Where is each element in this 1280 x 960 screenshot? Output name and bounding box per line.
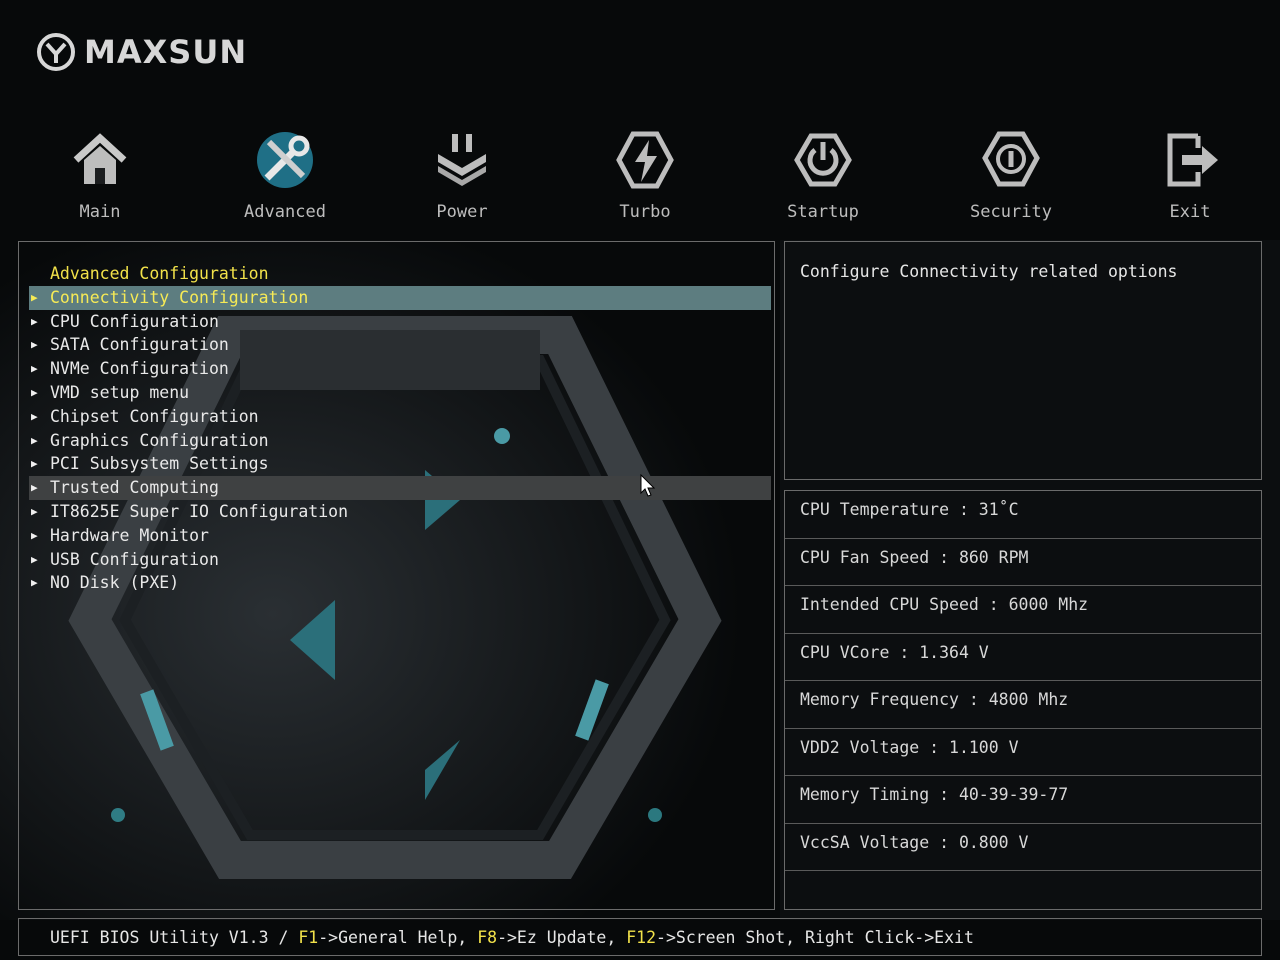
power-button-icon	[794, 133, 852, 187]
tab-advanced-label: Advanced	[244, 202, 326, 222]
stat-memory-frequency: Memory Frequency : 4800 Mhz	[785, 681, 1261, 729]
submenu-arrow-icon: ▶	[31, 338, 38, 352]
menu-item-vmd[interactable]: ▶ VMD setup menu	[29, 381, 771, 405]
menu-item-label: IT8625E Super IO Configuration	[50, 501, 349, 521]
menu-item-no-disk-pxe[interactable]: ▶ NO Disk (PXE)	[29, 571, 771, 595]
stat-memory-timing: Memory Timing : 40-39-39-77	[785, 776, 1261, 824]
shield-icon	[982, 131, 1040, 187]
stat-text: CPU Fan Speed : 860 RPM	[800, 547, 1029, 567]
stat-cpu-temperature: CPU Temperature : 31˚C	[785, 491, 1261, 539]
tab-main[interactable]: Main	[30, 128, 170, 228]
f1-description: ->General Help,	[318, 928, 478, 947]
menu-item-nvme[interactable]: ▶ NVMe Configuration	[29, 357, 771, 381]
tab-power-label: Power	[436, 202, 488, 222]
maxsun-logo-icon	[37, 33, 75, 71]
stat-text: Memory Frequency : 4800 Mhz	[800, 690, 1069, 709]
menu-list: Advanced Configuration ▶ Connectivity Con…	[29, 262, 771, 595]
tab-bar: Main Advanced Power Turbo Startup Securi…	[0, 128, 1280, 228]
menu-item-sata[interactable]: ▶ SATA Configuration	[29, 333, 771, 357]
stat-text: Intended CPU Speed : 6000 Mhz	[800, 595, 1089, 614]
f1-key: F1	[298, 928, 319, 947]
menu-item-label: Connectivity Configuration	[50, 287, 309, 307]
menu-item-label: PCI Subsystem Settings	[50, 454, 269, 474]
menu-item-label: NO Disk (PXE)	[50, 573, 180, 593]
menu-heading: Advanced Configuration	[50, 264, 269, 283]
stat-text: VccSA Voltage : 0.800 V	[800, 832, 1029, 852]
menu-item-label: Hardware Monitor	[50, 525, 209, 545]
menu-item-label: SATA Configuration	[50, 335, 229, 355]
submenu-arrow-icon: ▶	[31, 457, 38, 471]
menu-item-usb[interactable]: ▶ USB Configuration	[29, 548, 771, 572]
submenu-arrow-icon: ▶	[31, 314, 38, 328]
submenu-arrow-icon: ▶	[31, 576, 38, 590]
menu-item-label: NVMe Configuration	[50, 359, 229, 379]
brand-logo: MAXSUN	[36, 30, 247, 74]
tab-security[interactable]: Security	[941, 128, 1081, 228]
f8-description: ->Ez Update,	[497, 928, 627, 947]
f8-key: F8	[477, 928, 498, 947]
stat-text: Memory Timing : 40-39-39-77	[800, 785, 1069, 804]
hardware-status-panel: CPU Temperature : 31˚C CPU Fan Speed : 8…	[784, 490, 1262, 910]
menu-item-graphics[interactable]: ▶ Graphics Configuration	[29, 429, 771, 453]
stat-intended-cpu-speed: Intended CPU Speed : 6000 Mhz	[785, 586, 1261, 634]
help-text: Configure Connectivity related options	[800, 262, 1178, 281]
tab-main-label: Main	[79, 202, 121, 222]
submenu-arrow-icon: ▶	[31, 433, 38, 447]
menu-item-label: CPU Configuration	[50, 311, 219, 331]
f12-key: F12	[626, 928, 657, 947]
menu-item-label: Trusted Computing	[50, 478, 219, 498]
menu-item-connectivity[interactable]: ▶ Connectivity Configuration	[29, 285, 771, 310]
tab-security-label: Security	[970, 202, 1052, 222]
menu-item-cpu[interactable]: ▶ CPU Configuration	[29, 310, 771, 334]
submenu-arrow-icon: ▶	[31, 385, 38, 399]
power-plug-icon	[438, 134, 486, 186]
submenu-arrow-icon: ▶	[31, 504, 38, 518]
tab-exit[interactable]: Exit	[1120, 128, 1260, 228]
tab-startup[interactable]: Startup	[753, 128, 893, 228]
stat-vccsa-voltage: VccSA Voltage : 0.800 V	[785, 824, 1261, 871]
menu-item-trusted-computing[interactable]: ▶ Trusted Computing	[29, 476, 771, 500]
submenu-arrow-icon: ▶	[31, 528, 38, 542]
mouse-cursor-icon	[640, 474, 656, 497]
stat-cpu-fan-speed: CPU Fan Speed : 860 RPM	[785, 539, 1261, 586]
tab-advanced[interactable]: Advanced	[215, 128, 355, 228]
footer-help-text: UEFI BIOS Utility V1.3 / F1->General Hel…	[50, 928, 974, 947]
footer-bar: UEFI BIOS Utility V1.3 / F1->General Hel…	[18, 918, 1262, 956]
bios-version-text: UEFI BIOS Utility V1.3 /	[50, 928, 299, 947]
stat-text: VDD2 Voltage : 1.100 V	[800, 737, 1019, 757]
header: MAXSUN Main Advanced Power Turbo Startup…	[0, 0, 1280, 240]
submenu-arrow-icon: ▶	[31, 481, 38, 495]
submenu-arrow-icon: ▶	[31, 552, 38, 566]
lightning-icon	[616, 131, 674, 189]
menu-item-label: Chipset Configuration	[50, 406, 259, 426]
help-panel: Configure Connectivity related options	[784, 241, 1262, 480]
menu-item-chipset[interactable]: ▶ Chipset Configuration	[29, 405, 771, 429]
home-icon	[73, 133, 127, 184]
stat-vdd2-voltage: VDD2 Voltage : 1.100 V	[785, 729, 1261, 776]
menu-item-super-io[interactable]: ▶ IT8625E Super IO Configuration	[29, 500, 771, 524]
tools-icon	[257, 132, 313, 188]
submenu-arrow-icon: ▶	[31, 409, 38, 423]
submenu-arrow-icon: ▶	[31, 290, 38, 304]
menu-item-label: Graphics Configuration	[50, 430, 269, 450]
menu-item-label: USB Configuration	[50, 549, 219, 569]
stat-text: CPU Temperature : 31˚C	[800, 500, 1019, 519]
menu-panel: Advanced Configuration ▶ Connectivity Con…	[18, 241, 775, 910]
submenu-arrow-icon: ▶	[31, 362, 38, 376]
stat-text: CPU VCore : 1.364 V	[800, 642, 989, 662]
f12-description: ->Screen Shot, Right Click->Exit	[656, 928, 974, 947]
tab-startup-label: Startup	[787, 202, 859, 222]
brand-name: MAXSUN	[84, 33, 248, 71]
tab-exit-label: Exit	[1169, 202, 1211, 222]
menu-item-pci[interactable]: ▶ PCI Subsystem Settings	[29, 452, 771, 476]
exit-icon	[1167, 133, 1218, 187]
menu-item-hardware-monitor[interactable]: ▶ Hardware Monitor	[29, 524, 771, 548]
tab-power[interactable]: Power	[392, 128, 532, 228]
stat-cpu-vcore: CPU VCore : 1.364 V	[785, 634, 1261, 681]
tab-turbo[interactable]: Turbo	[575, 128, 715, 228]
tab-turbo-label: Turbo	[619, 202, 671, 222]
menu-item-label: VMD setup menu	[50, 382, 190, 402]
